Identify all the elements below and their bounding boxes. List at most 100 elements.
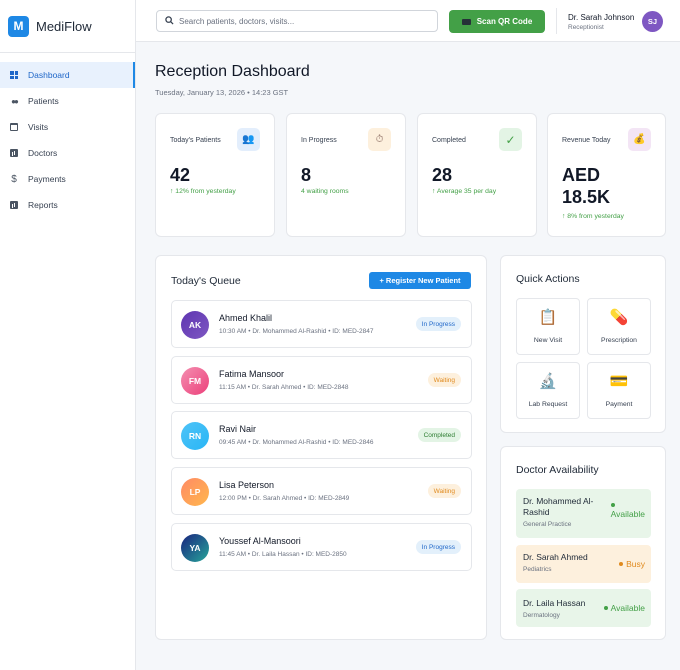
sidebar-item-label: Doctors (28, 148, 58, 158)
status-badge: Waiting (427, 484, 461, 498)
stat-sub: ↑ 12% from yesterday (170, 188, 236, 195)
search-box[interactable] (156, 10, 438, 32)
pill-icon: 💊 (609, 309, 629, 326)
chart-icon (9, 148, 19, 158)
credit-card-icon: 💳 (609, 373, 629, 390)
check-icon: ✓ (499, 128, 522, 151)
people-icon: 👥 (237, 128, 260, 151)
queue-item[interactable]: AK Ahmed Khalil 10:30 AM • Dr. Mohammed … (171, 300, 472, 348)
stat-label: Revenue Today (562, 137, 611, 144)
quick-action-payment[interactable]: 💳 Payment (587, 362, 651, 419)
queue-title: Today's Queue (171, 275, 241, 287)
status-dot (619, 562, 624, 566)
stat-label: Today's Patients (170, 137, 221, 144)
avatar[interactable]: SJ (642, 11, 663, 32)
queue-item[interactable]: FM Fatima Mansoor 11:15 AM • Dr. Sarah A… (171, 356, 472, 404)
search-input[interactable] (179, 16, 419, 26)
patient-name: Lisa Peterson (219, 480, 275, 490)
doctor-specialty: General Practice (523, 521, 572, 528)
sidebar-item-dashboard[interactable]: Dashboard (0, 62, 135, 88)
status-badge: In Progress (415, 540, 461, 554)
queue-item[interactable]: YA Youssef Al-Mansoori 11:45 AM • Dr. La… (171, 523, 472, 571)
stat-value: 8 (301, 165, 312, 185)
status-text: Busy (626, 559, 645, 569)
grid-icon (9, 70, 19, 80)
sidebar-item-visits[interactable]: Visits (0, 114, 135, 140)
patient-meta: 11:45 AM • Dr. Laila Hassan • ID: MED-28… (219, 551, 347, 558)
divider (556, 8, 557, 34)
quick-actions-title: Quick Actions (516, 273, 580, 285)
queue-item[interactable]: RN Ravi Nair 09:45 AM • Dr. Mohammed Al-… (171, 411, 472, 459)
status-badge: Waiting (427, 373, 461, 387)
quick-action-label: Payment (605, 401, 633, 408)
avatar: RN (181, 422, 209, 450)
search-icon (165, 12, 174, 30)
doctor-specialty: Pediatrics (523, 566, 552, 573)
sidebar-item-label: Reports (28, 200, 58, 210)
stat-card-revenue: Revenue Today 💰 AED 18.5K ↑ 8% from yest… (547, 113, 666, 237)
stat-value: 28 (432, 165, 453, 185)
doctor-item[interactable]: Dr. Sarah Ahmed Pediatrics Busy (516, 545, 651, 583)
page-date: Tuesday, January 13, 2026 • 14:23 GST (155, 88, 289, 97)
topbar: Scan QR Code Dr. Sarah Johnson Reception… (136, 0, 680, 42)
queue-item[interactable]: LP Lisa Peterson 12:00 PM • Dr. Sarah Ah… (171, 467, 472, 515)
quick-action-label: Lab Request (528, 401, 568, 408)
stat-value-currency: AED (562, 165, 601, 185)
sidebar-item-label: Payments (28, 174, 66, 184)
availability-status: Available (610, 503, 645, 519)
status-dot (610, 503, 615, 507)
avatar: AK (181, 311, 209, 339)
page-title: Reception Dashboard (155, 63, 310, 80)
status-text: Available (610, 509, 645, 519)
doctor-availability-title: Doctor Availability (516, 464, 599, 476)
stat-card-todays-patients: Today's Patients 👥 42 ↑ 12% from yesterd… (155, 113, 275, 237)
patient-name: Fatima Mansoor (219, 369, 285, 379)
microscope-icon: 🔬 (538, 373, 558, 390)
quick-action-lab-request[interactable]: 🔬 Lab Request (516, 362, 580, 419)
stat-sub: 4 waiting rooms (301, 188, 349, 195)
doctor-name: Dr. Mohammed Al-Rashid (523, 496, 594, 517)
patient-name: Youssef Al-Mansoori (219, 536, 301, 546)
calendar-icon (9, 122, 19, 132)
patient-meta: 12:00 PM • Dr. Sarah Ahmed • ID: MED-284… (219, 495, 350, 502)
sidebar-item-doctors[interactable]: Doctors (0, 140, 135, 166)
avatar: LP (181, 478, 209, 506)
dollar-icon: $ (11, 173, 17, 185)
quick-action-prescription[interactable]: 💊 Prescription (587, 298, 651, 355)
qr-icon (461, 18, 471, 25)
sidebar-item-reports[interactable]: Reports (0, 192, 135, 218)
sidebar-item-patients[interactable]: ●● Patients (0, 88, 135, 114)
availability-status: Busy (619, 559, 645, 569)
quick-action-new-visit[interactable]: 📋 New Visit (516, 298, 580, 355)
brand-name: MediFlow (36, 18, 92, 34)
stat-value-amount: 18.5K (562, 187, 611, 207)
sidebar-item-label: Patients (28, 96, 59, 106)
doctor-name: Dr. Laila Hassan (523, 598, 586, 608)
register-patient-button[interactable]: + Register New Patient (369, 272, 471, 289)
clipboard-icon: 📋 (538, 309, 558, 326)
sidebar-item-label: Dashboard (28, 70, 70, 80)
quick-action-label: Prescription (601, 337, 637, 344)
money-bag-icon: 💰 (628, 128, 651, 151)
stat-sub: ↑ 8% from yesterday (562, 213, 624, 220)
doctor-name: Dr. Sarah Ahmed (523, 552, 588, 562)
stat-value: 42 (170, 165, 191, 185)
doctor-item[interactable]: Dr. Mohammed Al-Rashid General Practice … (516, 489, 651, 538)
status-text: Available (610, 603, 645, 613)
stat-label: Completed (432, 137, 466, 144)
avatar: YA (181, 534, 209, 562)
quick-actions-panel: Quick Actions 📋 New Visit 💊 Prescription… (500, 255, 666, 433)
sidebar-item-payments[interactable]: $ Payments (0, 166, 135, 192)
stat-sub: ↑ Average 35 per day (432, 188, 497, 195)
people-icon: ●● (11, 96, 19, 106)
chart-icon (9, 200, 19, 210)
avatar: FM (181, 367, 209, 395)
quick-action-label: New Visit (533, 337, 563, 344)
user-name: Dr. Sarah Johnson (568, 13, 635, 22)
stat-card-in-progress: In Progress ⏱ 8 4 waiting rooms (286, 113, 406, 237)
stat-card-completed: Completed ✓ 28 ↑ Average 35 per day (417, 113, 537, 237)
doctor-item[interactable]: Dr. Laila Hassan Dermatology Available (516, 589, 651, 627)
patient-name: Ravi Nair (219, 424, 257, 434)
scan-qr-button[interactable]: Scan QR Code (449, 10, 545, 33)
brand-logo[interactable]: M (8, 15, 29, 37)
